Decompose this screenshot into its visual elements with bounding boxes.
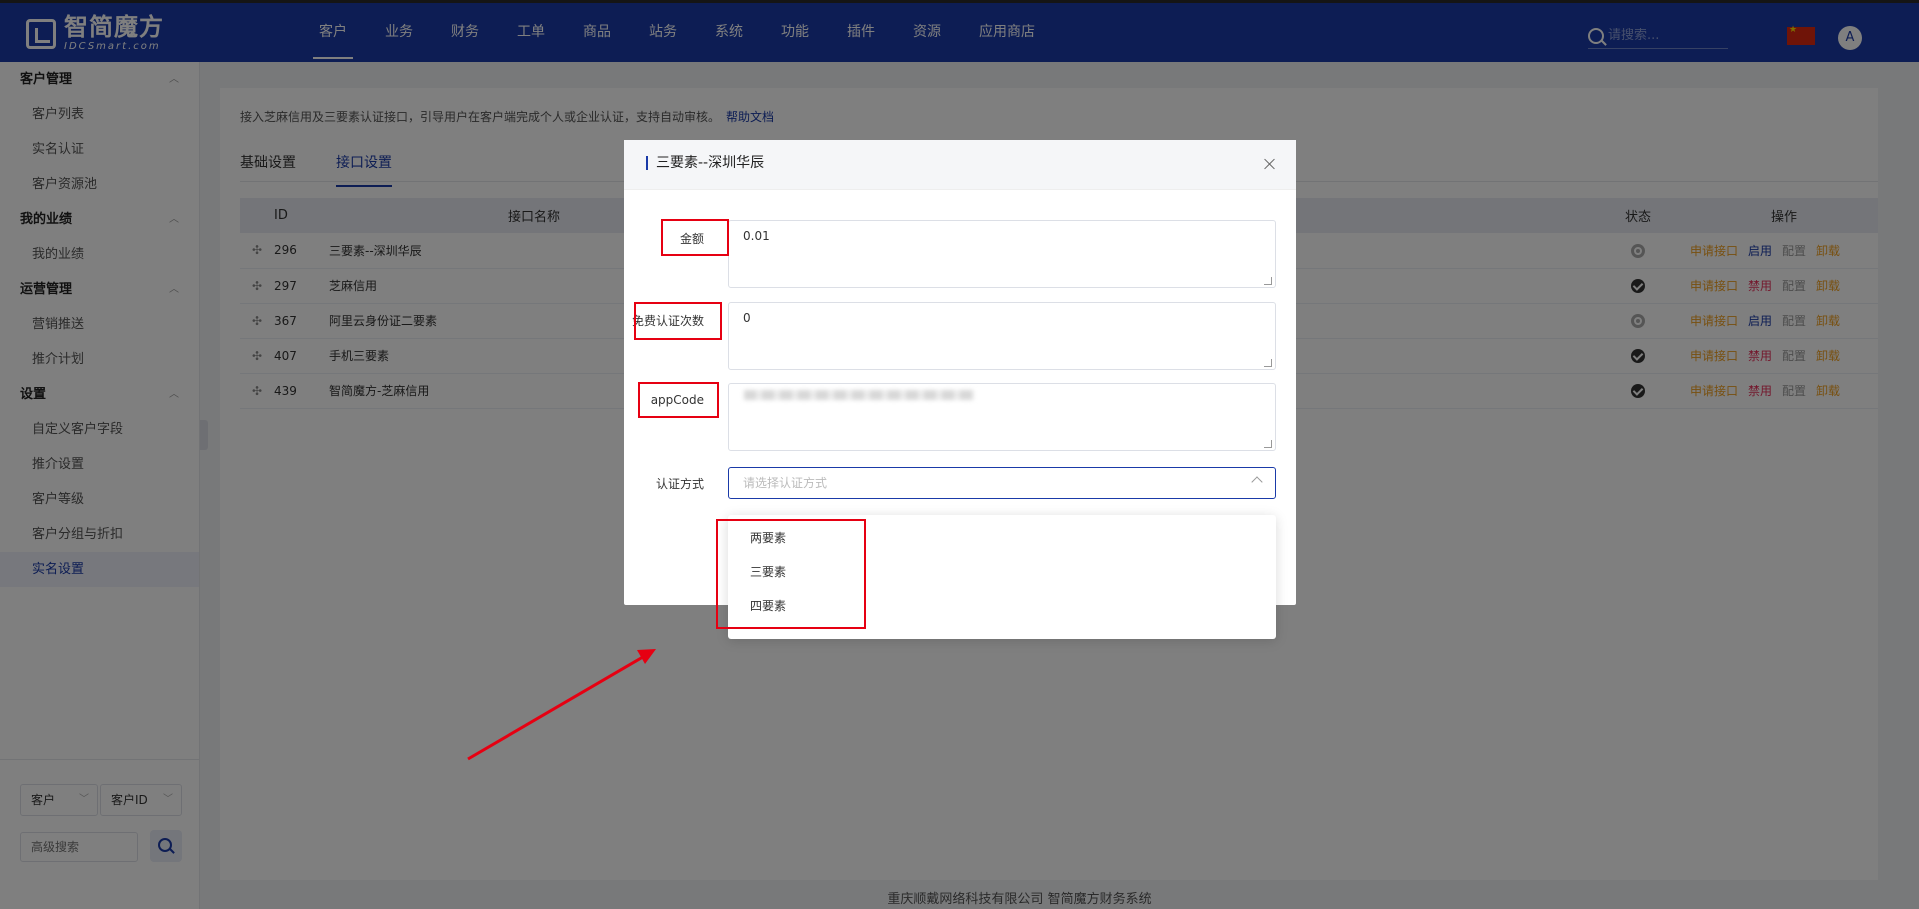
dialog-header: 三要素--深圳华辰 bbox=[624, 140, 1296, 190]
resize-handle-icon[interactable] bbox=[1264, 277, 1272, 285]
redacted-appcode bbox=[744, 390, 974, 400]
highlight-amount bbox=[661, 219, 729, 256]
dialog-title: 三要素--深圳华辰 bbox=[646, 156, 764, 170]
method-placeholder: 请选择认证方式 bbox=[743, 476, 828, 490]
amount-field[interactable] bbox=[728, 220, 1276, 288]
method-select[interactable]: 请选择认证方式 bbox=[728, 467, 1276, 499]
resize-handle-icon[interactable] bbox=[1264, 359, 1272, 367]
chevron-up-icon bbox=[1251, 476, 1263, 488]
highlight-appcode bbox=[638, 382, 719, 418]
method-label: 认证方式 bbox=[655, 477, 704, 491]
free-count-field[interactable] bbox=[728, 302, 1276, 370]
resize-handle-icon[interactable] bbox=[1264, 440, 1272, 448]
highlight-free-count bbox=[634, 302, 722, 340]
close-icon[interactable] bbox=[1262, 156, 1278, 172]
highlight-method-options bbox=[716, 519, 866, 629]
